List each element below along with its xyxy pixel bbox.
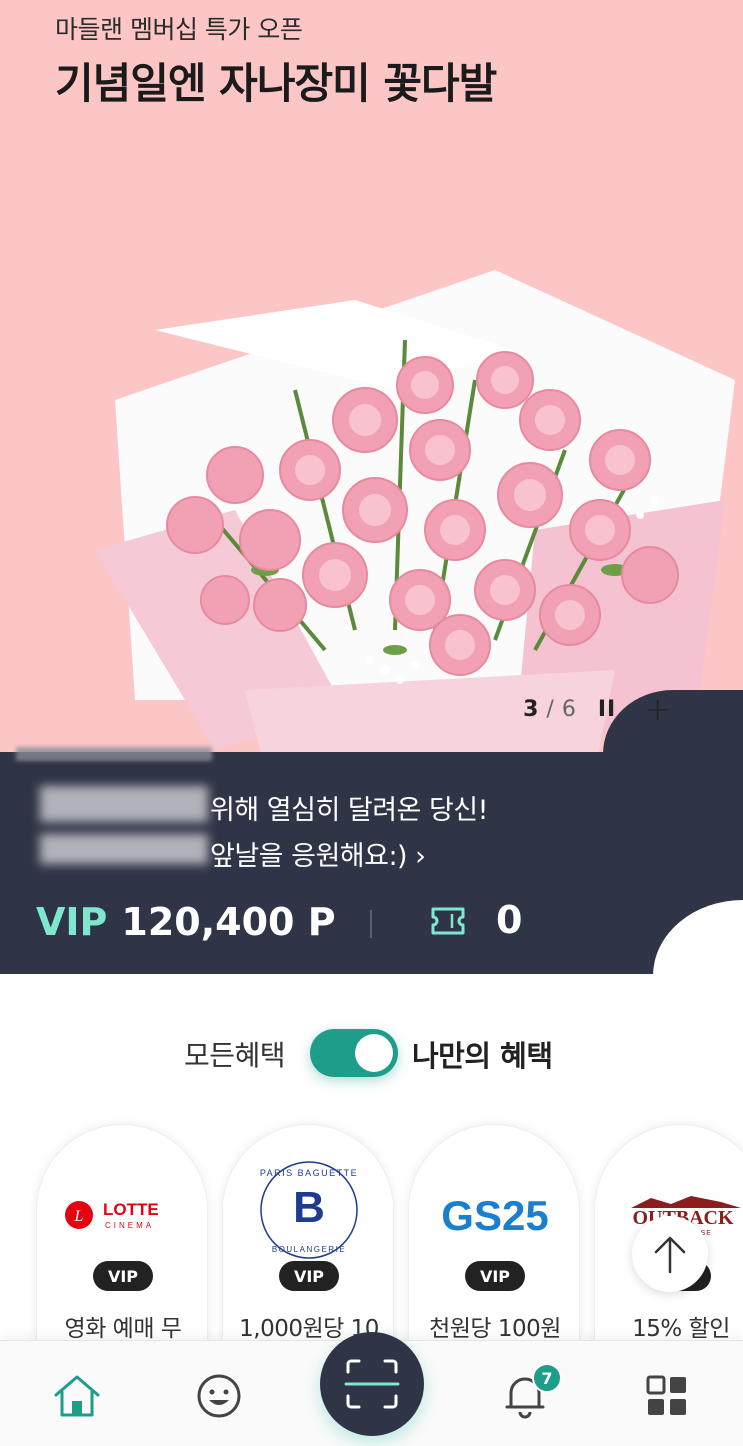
notification-badge: 7 bbox=[532, 1363, 562, 1393]
vip-badge: VIP bbox=[465, 1261, 525, 1291]
vip-badge: VIP bbox=[279, 1261, 339, 1291]
points-value: 120,400 P bbox=[121, 900, 336, 944]
arrow-up-icon bbox=[654, 1236, 686, 1274]
svg-text:PARIS BAGUETTE: PARIS BAGUETTE bbox=[260, 1168, 358, 1178]
pause-button[interactable]: II bbox=[598, 697, 616, 722]
svg-text:B: B bbox=[293, 1183, 325, 1232]
ticket-count[interactable]: 0 bbox=[496, 898, 522, 942]
card-description: 영화 예매 무 bbox=[64, 1316, 182, 1342]
benefit-cards: L LOTTE CINEMA VIP 영화 예매 무 PARIS BAGUETT… bbox=[0, 1124, 743, 1354]
svg-text:LOTTE: LOTTE bbox=[103, 1200, 159, 1219]
benefit-card[interactable]: GS25 VIP 천원당 100원 bbox=[408, 1124, 580, 1354]
vip-badge: VIP bbox=[93, 1261, 153, 1291]
benefit-filter: 모든혜택 나만의 혜택 bbox=[0, 1026, 743, 1082]
paris-baguette-logo: PARIS BAGUETTE B BOULANGERIE bbox=[223, 1161, 395, 1265]
banner-title: 기념일엔 자나장미 꽃다발 bbox=[55, 59, 497, 108]
pager-current: 3 bbox=[523, 696, 539, 722]
pager-total: 6 bbox=[561, 696, 576, 722]
pager-separator: / bbox=[546, 696, 554, 722]
blurred-text bbox=[40, 834, 208, 864]
member-message-line2[interactable]: 앞날을 응원해요:) › bbox=[210, 834, 426, 873]
card-description: 천원당 100원 bbox=[429, 1316, 561, 1342]
blurred-name bbox=[40, 786, 208, 822]
bouquet-image bbox=[95, 270, 735, 760]
divider bbox=[370, 910, 372, 938]
gs25-logo: GS25 bbox=[409, 1165, 581, 1265]
benefit-toggle[interactable] bbox=[310, 1029, 398, 1077]
nav-home[interactable] bbox=[52, 1371, 102, 1421]
scan-button[interactable] bbox=[320, 1332, 424, 1436]
benefit-card[interactable]: L LOTTE CINEMA VIP 영화 예매 무 bbox=[36, 1124, 208, 1354]
banner-pager: 3 / 6 II + bbox=[523, 690, 671, 728]
my-benefits-label[interactable]: 나만의 혜택 bbox=[412, 1033, 553, 1075]
nav-menu[interactable] bbox=[642, 1371, 692, 1421]
banner-subtitle: 마들랜 멤버십 특가 오픈 bbox=[55, 15, 303, 44]
banner-more-button[interactable]: + bbox=[644, 690, 671, 728]
svg-text:GS25: GS25 bbox=[441, 1192, 548, 1239]
card-description: 15% 할인 bbox=[632, 1316, 730, 1342]
benefit-card[interactable]: PARIS BAGUETTE B BOULANGERIE VIP 1,000원당… bbox=[222, 1124, 394, 1354]
svg-text:L: L bbox=[74, 1208, 84, 1225]
lotte-cinema-logo: L LOTTE CINEMA bbox=[37, 1165, 209, 1265]
points-summary[interactable]: VIP 120,400 P bbox=[36, 900, 336, 944]
blurred-tab bbox=[16, 747, 212, 761]
nav-notifications[interactable]: 7 bbox=[500, 1363, 562, 1421]
all-benefits-label[interactable]: 모든혜택 bbox=[184, 1034, 286, 1074]
toggle-knob bbox=[355, 1034, 393, 1072]
home-icon bbox=[54, 1375, 100, 1417]
member-message-line1[interactable]: 위해 열심히 달려온 당신! bbox=[210, 788, 488, 827]
scroll-to-top-button[interactable] bbox=[632, 1216, 708, 1292]
grid-icon bbox=[646, 1375, 686, 1415]
svg-text:CINEMA: CINEMA bbox=[105, 1221, 154, 1230]
nav-benefits[interactable] bbox=[194, 1371, 244, 1421]
svg-text:BOULANGERIE: BOULANGERIE bbox=[272, 1245, 346, 1254]
scan-icon bbox=[344, 1359, 400, 1409]
grade-label: VIP bbox=[36, 900, 108, 944]
ticket-icon[interactable] bbox=[430, 906, 466, 936]
smile-icon bbox=[197, 1374, 241, 1418]
promo-banner[interactable]: 마들랜 멤버십 특가 오픈 기념일엔 자나장미 꽃다발 bbox=[0, 0, 743, 760]
